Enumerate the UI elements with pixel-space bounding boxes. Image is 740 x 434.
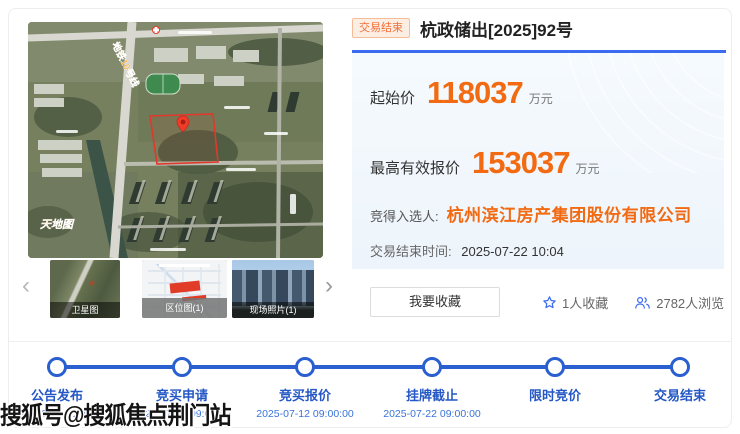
end-time-label: 交易结束时间: xyxy=(370,244,452,259)
status-badge: 交易结束 xyxy=(352,18,410,38)
map-provider-logo: 天地图 xyxy=(40,218,75,231)
timeline-node xyxy=(47,357,67,377)
people-icon xyxy=(634,295,651,310)
satellite-map-image: 地铁10号线 天地图 xyxy=(28,22,323,258)
thumbnail-satellite[interactable]: 卫星图 xyxy=(50,260,120,318)
favorite-count[interactable]: 1人收藏 xyxy=(542,293,608,312)
listing-title: 杭政储出[2025]92号 xyxy=(420,16,573,41)
thumbnail-label: 现场照片(1) xyxy=(232,302,314,318)
auction-info-panel: 起始价 118037 万元 交易 结束 最高有效报价 153037 万元 竞得入… xyxy=(352,53,724,269)
views-count: 2782人浏览 xyxy=(634,293,724,312)
thumbnail-location-map[interactable]: 区位图(1) xyxy=(142,260,227,318)
winner-label: 竞得入选人: xyxy=(370,206,439,225)
favorite-count-text: 1人收藏 xyxy=(562,293,608,312)
thumbnail-site-photo[interactable]: 现场照片(1) xyxy=(232,260,314,318)
carousel-prev-button[interactable]: ‹ xyxy=(18,272,34,300)
timeline-node xyxy=(545,357,565,377)
start-price-value: 118037 xyxy=(427,75,523,111)
favorite-button[interactable]: 我要收藏 xyxy=(370,287,500,317)
end-time-value: 2025-07-22 10:04 xyxy=(461,244,564,259)
timeline-step-closed: 交易结束 xyxy=(605,341,740,420)
highest-bid-label: 最高有效报价 xyxy=(370,157,460,178)
timeline-step-label: 交易结束 xyxy=(605,385,740,404)
views-count-text: 2782人浏览 xyxy=(656,293,724,312)
highest-bid-value: 153037 xyxy=(472,145,569,181)
timeline-node xyxy=(670,357,690,377)
carousel-next-button[interactable]: › xyxy=(321,272,337,300)
thumbnail-carousel: ‹ 卫星图 区位图(1) 现场照片(1) › xyxy=(16,258,331,322)
sohu-watermark: 搜狐号@搜狐焦点荆门站 xyxy=(0,397,230,432)
start-price-label: 起始价 xyxy=(370,87,415,108)
timeline-node xyxy=(422,357,442,377)
satellite-map[interactable]: 地铁10号线 天地图 xyxy=(28,22,323,258)
timeline-node xyxy=(295,357,315,377)
thumbnail-label: 区位图(1) xyxy=(142,298,227,318)
price-unit: 万元 xyxy=(575,160,599,177)
winner-name: 杭州滨江房产集团股份有限公司 xyxy=(447,201,692,226)
star-icon xyxy=(542,295,557,310)
price-unit: 万元 xyxy=(529,90,553,107)
thumbnail-label: 卫星图 xyxy=(50,302,120,318)
timeline-node xyxy=(172,357,192,377)
timeline-step-date xyxy=(605,408,740,420)
